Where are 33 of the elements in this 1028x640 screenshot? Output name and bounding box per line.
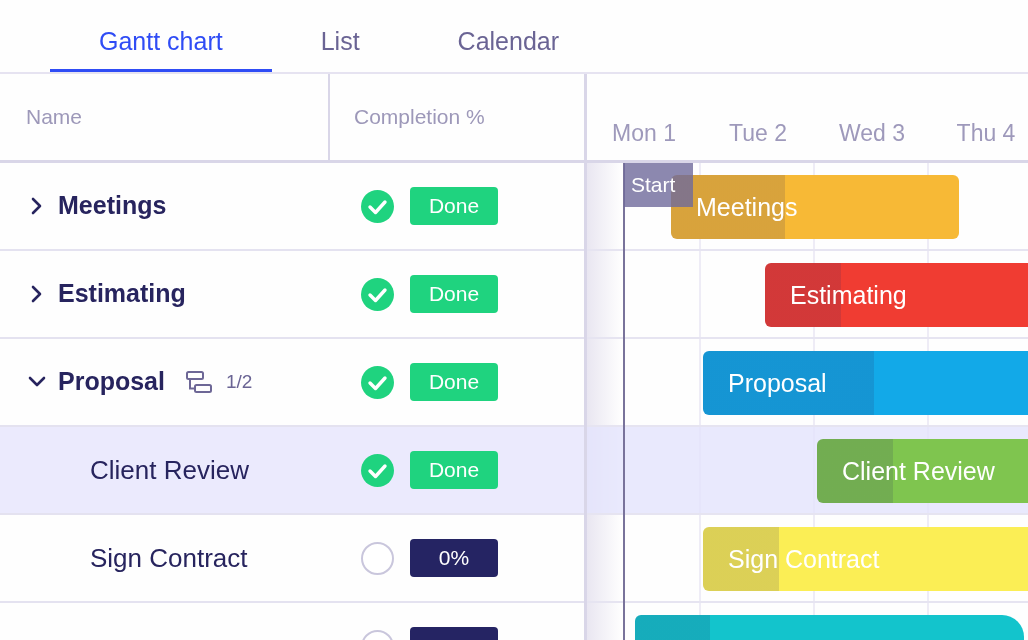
day-label: Thu 4 [956, 118, 1016, 148]
day-label: Mon 1 [612, 118, 676, 148]
status-badge: Done [410, 275, 498, 313]
status-badge: Done [410, 363, 498, 401]
task-bar[interactable]: Proposal [703, 351, 1028, 415]
check-circle-icon[interactable] [361, 189, 394, 223]
status-badge: 0% [410, 539, 498, 577]
task-name: Sign Contract [90, 541, 248, 575]
check-circle-icon[interactable] [361, 277, 394, 311]
task-name: Meetings [58, 190, 167, 222]
task-row[interactable]: Meetings Done [0, 163, 584, 251]
day-label: Tue 2 [729, 118, 787, 148]
subtask-count: 1/2 [226, 369, 253, 394]
task-row[interactable]: Client Review Done [0, 427, 584, 515]
tab[interactable]: Calendar [408, 0, 609, 72]
start-label: Start [624, 163, 693, 207]
status-badge: Done [410, 187, 498, 225]
task-row[interactable]: Estimating Done [0, 251, 584, 339]
check-circle-icon[interactable] [361, 365, 394, 399]
task-name: Client Review [90, 453, 249, 487]
column-header: Name [26, 104, 83, 131]
status-badge: Done [410, 451, 498, 489]
task-name: Proposal [58, 366, 165, 398]
task-name: Estimating [58, 278, 186, 310]
tab[interactable]: List [271, 0, 409, 72]
task-row[interactable]: Sign Contract 0% [0, 515, 584, 603]
column-header: Completion % [354, 104, 485, 131]
task-bar[interactable]: Estimating [765, 263, 1028, 327]
day-label: Wed 3 [838, 118, 906, 148]
check-circle-icon[interactable] [361, 453, 394, 487]
empty-circle-icon[interactable] [361, 541, 394, 575]
subtasks-icon [186, 371, 212, 393]
tab[interactable]: Gantt chart [50, 0, 272, 72]
